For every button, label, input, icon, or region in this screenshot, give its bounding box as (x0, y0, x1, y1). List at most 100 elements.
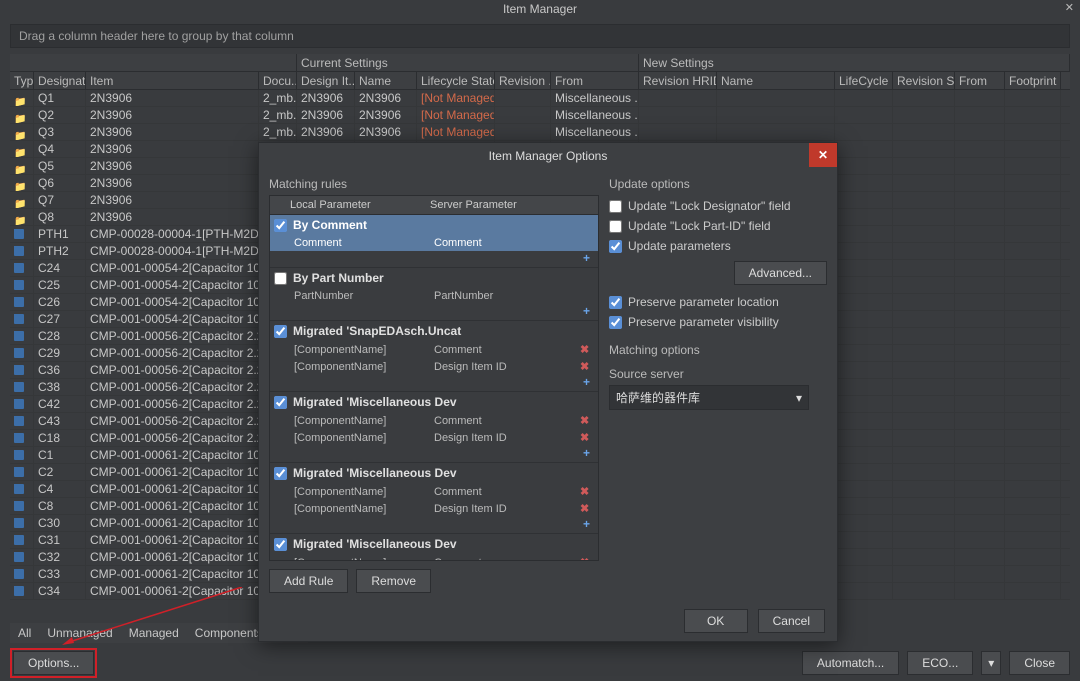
col-from[interactable]: From (551, 72, 639, 89)
rule-group[interactable]: Migrated 'Miscellaneous Dev[ComponentNam… (270, 392, 598, 463)
rule-checkbox[interactable] (274, 272, 287, 285)
col-documents[interactable]: Docu... (259, 72, 297, 89)
cell-designator: C2 (34, 464, 86, 480)
delete-icon[interactable]: ✖ (580, 343, 594, 356)
add-map-icon[interactable]: + (270, 304, 598, 320)
rule-map[interactable]: [ComponentName]Design Item ID✖ (270, 429, 598, 446)
col-lifecycle[interactable]: Lifecycle State (417, 72, 495, 89)
col-design-item[interactable]: Design It... (297, 72, 355, 89)
rule-checkbox[interactable] (274, 467, 287, 480)
rule-head[interactable]: Migrated 'Miscellaneous Dev (270, 534, 598, 554)
cell-from: Miscellaneous ... (551, 107, 639, 123)
rule-map[interactable]: [ComponentName]Design Item ID✖ (270, 500, 598, 517)
cell-new-name (717, 124, 835, 140)
remove-rule-button[interactable]: Remove (356, 569, 431, 593)
rule-map[interactable]: [ComponentName]Comment✖ (270, 483, 598, 500)
eco-button[interactable]: ECO... (907, 651, 973, 675)
automatch-button[interactable]: Automatch... (802, 651, 899, 675)
tab-managed[interactable]: Managed (121, 623, 187, 643)
eco-dropdown-button[interactable]: ▾ (981, 651, 1001, 675)
advanced-button[interactable]: Advanced... (734, 261, 827, 285)
cell-item: 2N3906 (86, 158, 259, 174)
delete-icon[interactable]: ✖ (580, 414, 594, 427)
tab-all[interactable]: All (10, 623, 39, 643)
rule-map[interactable]: CommentComment (270, 235, 598, 251)
table-row[interactable]: Q22N39062_mb...2N39062N3906[Not Managed]… (10, 107, 1070, 124)
col-rev-state[interactable]: Revision St... (893, 72, 955, 89)
opt-preserve-location-checkbox[interactable] (609, 296, 622, 309)
add-map-icon[interactable]: + (270, 517, 598, 533)
cell-rev-state (893, 90, 955, 106)
opt-lock-designator-checkbox[interactable] (609, 200, 622, 213)
col-designator[interactable]: Designator (34, 72, 86, 89)
opt-update-params[interactable]: Update parameters (609, 237, 827, 255)
col-rev-hrid[interactable]: Revision HRID (639, 72, 717, 89)
rule-map[interactable]: [ComponentName]Comment✖ (270, 341, 598, 358)
opt-lock-partid-checkbox[interactable] (609, 220, 622, 233)
opt-preserve-visibility-checkbox[interactable] (609, 316, 622, 329)
col-item[interactable]: Item (86, 72, 259, 89)
dialog-close-button[interactable]: ✕ (809, 143, 837, 167)
options-button[interactable]: Options... (13, 651, 94, 675)
grid-column-header[interactable]: Type Designator Item Docu... Design It..… (10, 72, 1070, 90)
rule-head[interactable]: Migrated 'SnapEDAsch.Uncat (270, 321, 598, 341)
rule-checkbox[interactable] (274, 538, 287, 551)
opt-lock-partid[interactable]: Update "Lock Part-ID" field (609, 217, 827, 235)
col-footprint[interactable]: Footprint (1005, 72, 1061, 89)
rule-group[interactable]: Migrated 'SnapEDAsch.Uncat[ComponentName… (270, 321, 598, 392)
add-rule-button[interactable]: Add Rule (269, 569, 348, 593)
delete-icon[interactable]: ✖ (580, 502, 594, 515)
col-new-from[interactable]: From (955, 72, 1005, 89)
rule-map[interactable]: PartNumberPartNumber (270, 288, 598, 304)
rule-head[interactable]: Migrated 'Miscellaneous Dev (270, 392, 598, 412)
rule-local-param: [ComponentName] (294, 557, 434, 562)
rule-head[interactable]: Migrated 'Miscellaneous Dev (270, 463, 598, 483)
opt-preserve-visibility[interactable]: Preserve parameter visibility (609, 313, 827, 331)
rule-group[interactable]: By Part NumberPartNumberPartNumber+ (270, 268, 598, 321)
opt-preserve-location[interactable]: Preserve parameter location (609, 293, 827, 311)
close-icon[interactable]: ✕ (1065, 1, 1074, 14)
col-type[interactable]: Type (10, 72, 34, 89)
col-new-name[interactable]: Name (717, 72, 835, 89)
rule-map[interactable]: [ComponentName]Design Item ID✖ (270, 358, 598, 375)
cell-type (10, 430, 34, 446)
rule-checkbox[interactable] (274, 325, 287, 338)
rule-checkbox[interactable] (274, 219, 287, 232)
opt-lock-designator[interactable]: Update "Lock Designator" field (609, 197, 827, 215)
close-button[interactable]: Close (1009, 651, 1070, 675)
group-by-panel[interactable]: Drag a column header here to group by th… (10, 24, 1070, 48)
cell-type (10, 532, 34, 548)
current-settings-group: Current Settings (297, 54, 639, 72)
delete-icon[interactable]: ✖ (580, 556, 594, 561)
rules-list[interactable]: Local Parameter Server Parameter By Comm… (269, 195, 599, 561)
table-row[interactable]: Q12N39062_mb...2N39062N3906[Not Managed]… (10, 90, 1070, 107)
cell-rev-state (893, 311, 955, 327)
rule-map[interactable]: [ComponentName]Comment✖ (270, 412, 598, 429)
cell-type (10, 260, 34, 276)
rule-group[interactable]: By CommentCommentComment+ (270, 215, 598, 268)
delete-icon[interactable]: ✖ (580, 360, 594, 373)
cancel-button[interactable]: Cancel (758, 609, 825, 633)
opt-update-params-checkbox[interactable] (609, 240, 622, 253)
delete-icon[interactable]: ✖ (580, 431, 594, 444)
add-map-icon[interactable]: + (270, 446, 598, 462)
add-map-icon[interactable]: + (270, 375, 598, 391)
cell-designator: C31 (34, 532, 86, 548)
table-row[interactable]: Q32N39062_mb...2N39062N3906[Not Managed]… (10, 124, 1070, 141)
tab-unmanaged[interactable]: Unmanaged (39, 623, 120, 643)
rule-map[interactable]: [ComponentName]Comment✖ (270, 554, 598, 561)
rule-checkbox[interactable] (274, 396, 287, 409)
delete-icon[interactable]: ✖ (580, 485, 594, 498)
source-server-dropdown[interactable]: 哈萨维的器件库 ▾ (609, 385, 809, 410)
col-new-life[interactable]: LifeCycle S... (835, 72, 893, 89)
col-revision[interactable]: Revision ... (495, 72, 551, 89)
rule-head[interactable]: By Comment (270, 215, 598, 235)
ok-button[interactable]: OK (684, 609, 748, 633)
rule-group[interactable]: Migrated 'Miscellaneous Dev[ComponentNam… (270, 463, 598, 534)
cell-footprint (1005, 158, 1061, 174)
rule-group[interactable]: Migrated 'Miscellaneous Dev[ComponentNam… (270, 534, 598, 561)
cell-rev-state (893, 464, 955, 480)
add-map-icon[interactable]: + (270, 251, 598, 267)
rule-head[interactable]: By Part Number (270, 268, 598, 288)
col-name[interactable]: Name (355, 72, 417, 89)
